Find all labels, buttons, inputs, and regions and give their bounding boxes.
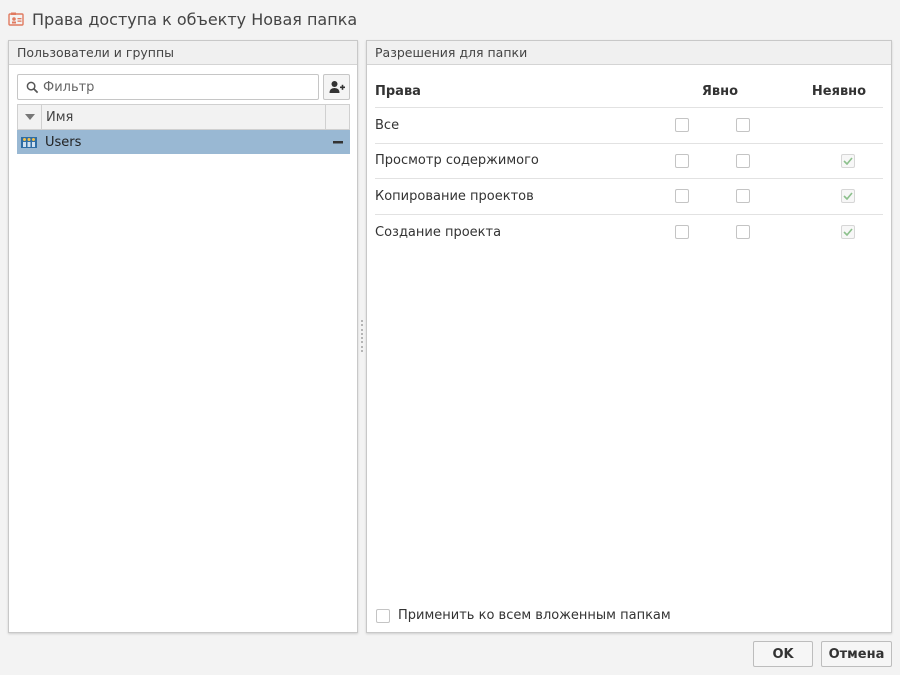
- explicit-allow-checkbox[interactable]: [674, 118, 689, 133]
- search-icon: [26, 81, 39, 93]
- apply-all-checkbox[interactable]: [376, 608, 390, 623]
- permission-row: Копирование проектов: [375, 179, 883, 215]
- grid-header: Имя: [17, 104, 350, 130]
- grid-row-users[interactable]: Users: [17, 130, 350, 154]
- permission-row: Просмотр содержимого: [375, 144, 883, 179]
- ok-button[interactable]: OK: [753, 641, 813, 667]
- check-icon: [843, 192, 853, 201]
- window-title: Права доступа к объекту Новая папка: [32, 9, 358, 29]
- explicit-deny-checkbox[interactable]: [735, 153, 750, 168]
- folder-permissions-panel: Разрешения для папки Права Явно Неявно В…: [366, 40, 892, 633]
- permission-row: Все: [375, 108, 883, 144]
- explicit-deny-checkbox[interactable]: [735, 225, 750, 240]
- grid-column-actions: [325, 105, 349, 129]
- explicit-deny-checkbox[interactable]: [735, 189, 750, 204]
- explicit-cell: [712, 118, 773, 133]
- permissions-header-row: Права Явно Неявно: [375, 75, 883, 108]
- implicit-cell: [773, 153, 883, 168]
- explicit-deny-checkbox[interactable]: [735, 118, 750, 133]
- permission-name: Создание проекта: [375, 224, 502, 240]
- cancel-button[interactable]: Отмена: [821, 641, 892, 667]
- implicit-checkbox: [841, 189, 855, 204]
- permission-row: Создание проекта: [375, 215, 883, 251]
- permission-name: Все: [375, 117, 400, 133]
- check-icon: [843, 157, 853, 165]
- explicit-cell: [712, 225, 773, 240]
- window-titlebar: Права доступа к объекту Новая папка: [0, 0, 900, 38]
- permissions-table: Права Явно Неявно Все Просмотр содержимог…: [375, 75, 883, 250]
- folder-permissions-icon: [8, 11, 24, 27]
- remove-row-button[interactable]: [326, 140, 350, 144]
- explicit-cell: [651, 153, 712, 168]
- implicit-checkbox: [841, 225, 855, 240]
- filter-box[interactable]: [17, 74, 319, 100]
- column-implicit: Неявно: [811, 83, 867, 99]
- column-explicit: Явно: [701, 83, 739, 99]
- explicit-cell: [651, 118, 712, 133]
- explicit-allow-checkbox[interactable]: [674, 225, 689, 240]
- implicit-checkbox: [841, 153, 855, 168]
- filter-row: [17, 74, 350, 100]
- explicit-cell: [712, 153, 773, 168]
- add-user-button[interactable]: [323, 74, 350, 100]
- filter-input[interactable]: [43, 79, 303, 95]
- explicit-cell: [651, 225, 712, 240]
- explicit-allow-checkbox[interactable]: [674, 189, 689, 204]
- chevron-down-icon: [24, 114, 35, 120]
- minus-icon: [333, 140, 343, 143]
- column-rights: Права: [375, 83, 421, 99]
- folder-permissions-header: Разрешения для папки: [367, 41, 891, 65]
- users-groups-panel: Пользователи и группы Имя: [8, 40, 358, 633]
- permission-name: Просмотр содержимого: [375, 153, 539, 169]
- explicit-cell: [712, 189, 773, 204]
- explicit-cell: [651, 189, 712, 204]
- apply-all-label: Применить ко всем вложенным папкам: [398, 608, 671, 623]
- grid-column-name[interactable]: Имя: [42, 105, 325, 129]
- users-groups-header: Пользователи и группы: [9, 41, 357, 65]
- panel-splitter[interactable]: [360, 320, 364, 352]
- users-grid: Имя Users: [17, 104, 350, 154]
- permission-name: Копирование проектов: [375, 188, 534, 204]
- implicit-cell: [773, 225, 883, 240]
- apply-all-row[interactable]: Применить ко всем вложенным папкам: [376, 608, 671, 623]
- user-group-icon: [17, 136, 41, 148]
- implicit-cell: [773, 189, 883, 204]
- check-icon: [843, 228, 853, 237]
- explicit-allow-checkbox[interactable]: [674, 153, 689, 168]
- add-user-icon: [329, 81, 345, 93]
- grid-row-name: Users: [45, 134, 82, 150]
- sort-column-toggle[interactable]: [18, 105, 42, 129]
